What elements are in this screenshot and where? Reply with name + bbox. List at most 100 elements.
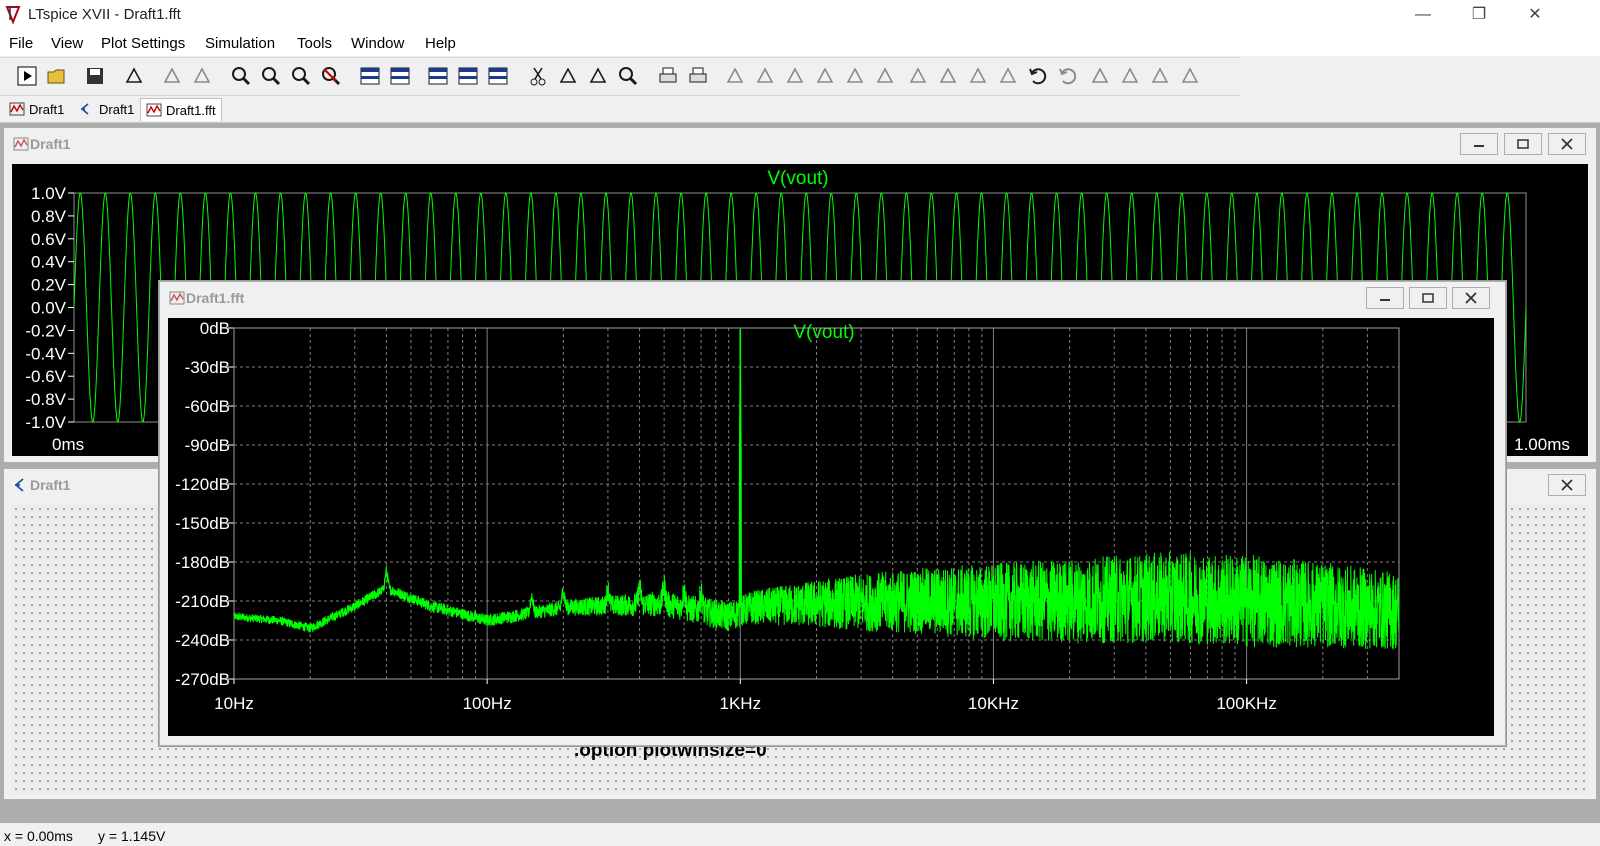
resistor-button[interactable]	[812, 63, 838, 89]
diode-icon	[909, 67, 927, 83]
control-panel-icon	[125, 67, 143, 83]
tab-draft1-waveform[interactable]: Draft1	[4, 98, 69, 120]
open-icon	[47, 69, 65, 84]
menu-plot-settings[interactable]: Plot Settings	[101, 35, 185, 52]
drag-button[interactable]	[995, 63, 1021, 89]
zoom-in-button[interactable]	[228, 63, 254, 89]
print-setup-button[interactable]	[685, 63, 711, 89]
move-icon	[969, 67, 987, 83]
print-setup-icon	[689, 67, 707, 83]
maximize-icon	[1517, 139, 1529, 149]
child-maximize-button[interactable]	[1409, 287, 1447, 309]
print-icon	[659, 67, 677, 83]
autorange-icon	[360, 67, 380, 85]
run-button[interactable]	[14, 63, 40, 89]
waveform-icon	[169, 291, 185, 305]
child-minimize-button[interactable]	[1460, 133, 1498, 155]
copy-button[interactable]	[555, 63, 581, 89]
schematic-icon	[15, 478, 24, 492]
child-close-button[interactable]	[1452, 287, 1490, 309]
find-icon	[619, 67, 638, 86]
child-minimize-button[interactable]	[1366, 287, 1404, 309]
inductor-button[interactable]	[872, 63, 898, 89]
fft-chart[interactable]: V(vout) 0dB -30dB -60dB -90dB -120dB -150dB -18…	[168, 318, 1494, 736]
capacitor-button[interactable]	[842, 63, 868, 89]
fft-plot-pane[interactable]: V(vout) 0dB -30dB -60dB -90dB -120dB -150dB -18…	[168, 318, 1494, 736]
zoom-back-button[interactable]	[258, 63, 284, 89]
close-icon	[1561, 138, 1573, 150]
component-icon	[939, 67, 957, 83]
component-button[interactable]	[935, 63, 961, 89]
y-tick-label: -0.6V	[25, 367, 66, 386]
minimize-button[interactable]: —	[1400, 0, 1446, 30]
cut-button[interactable]	[525, 63, 551, 89]
title-bar: LTspice XVII - Draft1.fft — ❐ ✕	[0, 0, 1600, 30]
close-button[interactable]: ✕	[1512, 0, 1558, 30]
cascade-button[interactable]	[455, 63, 481, 89]
rotate-icon	[1091, 67, 1109, 83]
menu-bar: File View Plot Settings Simulation Tools…	[0, 30, 1600, 56]
status-x: x = 0.00ms	[4, 828, 73, 844]
tab-draft1-fft[interactable]: Draft1.fft	[140, 98, 222, 121]
x-tick-label: 1KHz	[720, 694, 762, 713]
text-button[interactable]	[1147, 63, 1173, 89]
child-close-button[interactable]	[1548, 474, 1586, 496]
time-plot-titlebar[interactable]: Draft1	[4, 128, 1596, 158]
menu-file[interactable]: File	[9, 35, 33, 52]
zoom-in-icon	[232, 67, 251, 86]
schematic-title: Draft1	[30, 477, 71, 493]
find-button[interactable]	[615, 63, 641, 89]
close-icon	[1465, 292, 1477, 304]
drag-icon	[999, 67, 1017, 83]
zoom-fit-button[interactable]	[387, 63, 413, 89]
time-chart-title: V(vout)	[767, 168, 828, 189]
fft-plot-window[interactable]: Draft1.fft V(vout) 0dB -30dB -60dB -90dB -120…	[159, 281, 1506, 746]
ground-button[interactable]	[752, 63, 778, 89]
paste-button[interactable]	[585, 63, 611, 89]
child-close-button[interactable]	[1548, 133, 1586, 155]
tile-vertical-button[interactable]	[485, 63, 511, 89]
close-icon	[1561, 479, 1573, 491]
paste-icon	[589, 67, 607, 83]
control-panel-button[interactable]	[121, 63, 147, 89]
zoom-cancel-button[interactable]	[318, 63, 344, 89]
save-button[interactable]	[82, 63, 108, 89]
halt-button[interactable]	[159, 63, 185, 89]
child-maximize-button[interactable]	[1504, 133, 1542, 155]
x-tick-label: 10KHz	[968, 694, 1019, 713]
print-button[interactable]	[655, 63, 681, 89]
y-tick-label: -0.2V	[25, 321, 66, 340]
menu-simulation[interactable]: Simulation	[205, 35, 275, 52]
mirror-button[interactable]	[1117, 63, 1143, 89]
wire-button[interactable]	[722, 63, 748, 89]
tile-horizontal-button[interactable]	[425, 63, 451, 89]
move-button[interactable]	[965, 63, 991, 89]
capacitor-icon	[846, 67, 864, 83]
redo-button[interactable]	[1055, 63, 1081, 89]
schematic-icon	[81, 103, 89, 115]
restore-button[interactable]: ❐	[1456, 0, 1502, 30]
y-tick-label: -240dB	[175, 631, 230, 650]
spice-directive-button[interactable]	[1177, 63, 1203, 89]
open-button[interactable]	[44, 63, 70, 89]
tab-draft1-schematic[interactable]: Draft1	[74, 98, 139, 120]
undo-button[interactable]	[1025, 63, 1051, 89]
diode-button[interactable]	[905, 63, 931, 89]
zoom-back-icon	[262, 67, 281, 86]
y-tick-label: 0.0V	[31, 299, 67, 318]
window-title: LTspice XVII - Draft1.fft	[28, 6, 181, 23]
autorange-button[interactable]	[357, 63, 383, 89]
fft-plot-titlebar[interactable]: Draft1.fft	[160, 282, 1505, 312]
y-tick-label: -270dB	[175, 670, 230, 689]
menu-help[interactable]: Help	[425, 35, 456, 52]
toolbar	[0, 57, 1240, 96]
pan-button[interactable]	[189, 63, 215, 89]
menu-view[interactable]: View	[51, 35, 83, 52]
menu-window[interactable]: Window	[351, 35, 404, 52]
menu-tools[interactable]: Tools	[297, 35, 332, 52]
zoom-out-button[interactable]	[288, 63, 314, 89]
rotate-button[interactable]	[1087, 63, 1113, 89]
minimize-icon	[1474, 145, 1484, 147]
spice-directive-icon	[1181, 67, 1199, 83]
label-button[interactable]	[782, 63, 808, 89]
